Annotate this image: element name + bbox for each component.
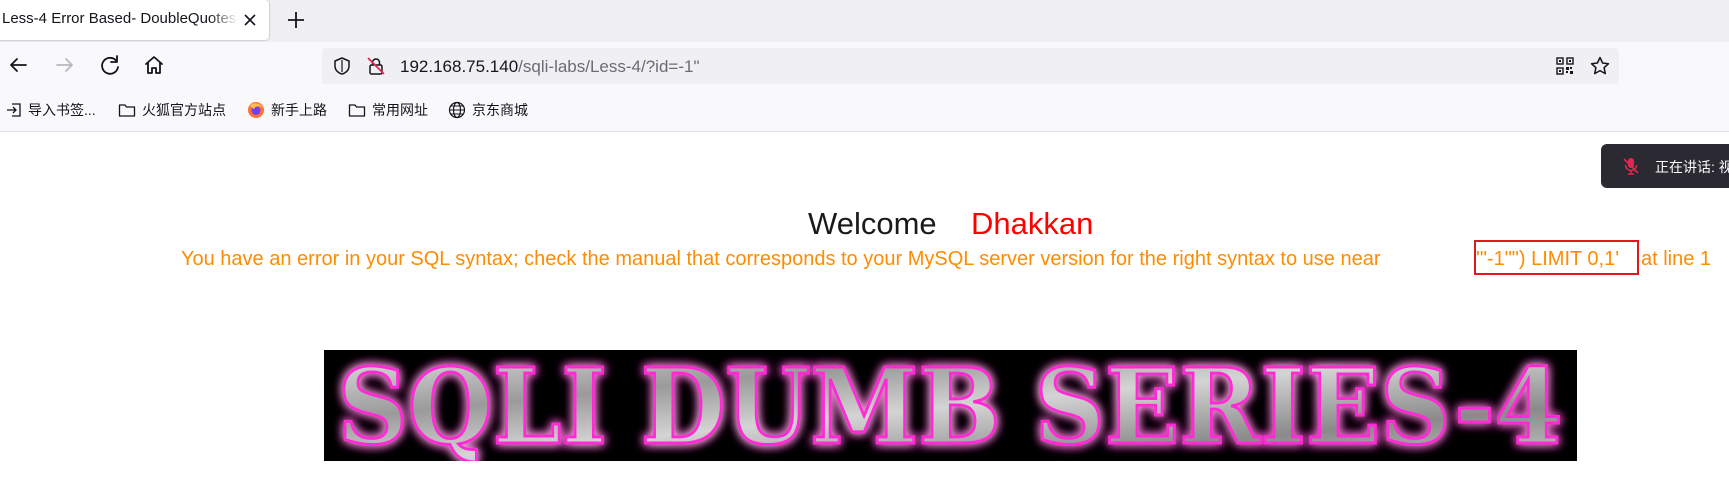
home-icon[interactable]: [140, 51, 168, 79]
bookmark-getting-started[interactable]: 新手上路: [247, 100, 327, 120]
banner-graphic: SQLI DUMB SERIES-4: [336, 350, 1564, 461]
plus-icon[interactable]: [284, 8, 308, 32]
qr-code-icon[interactable]: [1555, 56, 1575, 76]
folder-icon: [348, 104, 366, 117]
navigation-toolbar: 192.168.75.140/sqli-labs/Less-4/?id=-1": [0, 42, 1729, 88]
banner-title: SQLI DUMB SERIES-4: [338, 350, 1563, 461]
url-text[interactable]: 192.168.75.140/sqli-labs/Less-4/?id=-1": [400, 57, 700, 77]
speaking-popup[interactable]: 正在讲话: 视: [1601, 144, 1729, 188]
bookmark-common-sites[interactable]: 常用网址: [348, 100, 428, 120]
tab-strip: Less-4 Error Based- DoubleQuotes String: [0, 0, 1729, 42]
close-icon[interactable]: [240, 10, 260, 30]
bookmark-import[interactable]: 导入书签...: [6, 100, 96, 120]
bookmark-firefox-site[interactable]: 火狐官方站点: [118, 100, 226, 120]
active-tab[interactable]: Less-4 Error Based- DoubleQuotes String: [0, 0, 269, 40]
welcome-text: Welcome: [808, 206, 937, 241]
bookmark-label: 导入书签...: [28, 102, 96, 118]
bookmark-label: 常用网址: [372, 102, 428, 118]
annotation-highlight-box: [1474, 240, 1639, 275]
username-text: Dhakkan: [971, 206, 1094, 241]
page-content: Welcome Dhakkan You have an error in you…: [0, 133, 1729, 484]
speaking-text: 正在讲话: 视: [1655, 159, 1729, 175]
firefox-icon: [248, 102, 264, 118]
address-bar[interactable]: 192.168.75.140/sqli-labs/Less-4/?id=-1": [322, 48, 1619, 84]
bookmark-label: 新手上路: [271, 102, 327, 118]
import-icon: [7, 103, 21, 117]
arrow-right-icon[interactable]: [51, 51, 79, 79]
tab-title: Less-4 Error Based- DoubleQuotes String: [2, 10, 238, 27]
sql-error-suffix: at line 1: [1641, 248, 1712, 270]
folder-icon: [118, 104, 136, 117]
shield-icon[interactable]: [332, 56, 352, 76]
url-path: /sqli-labs/Less-4/?id=-1": [518, 57, 700, 76]
sql-error-prefix: You have an error in your SQL syntax; ch…: [181, 248, 1381, 270]
globe-icon: [448, 101, 466, 119]
bookmark-label: 京东商城: [472, 102, 528, 118]
muted-mic-icon[interactable]: [1621, 156, 1641, 176]
reload-icon[interactable]: [96, 51, 124, 79]
bookmark-label: 火狐官方站点: [142, 102, 226, 118]
bookmarks-toolbar: 导入书签... 火狐官方站点 新手上路 常用网址 京东商城: [0, 88, 1729, 132]
series-banner: SQLI DUMB SERIES-4: [324, 350, 1577, 461]
arrow-left-icon[interactable]: [4, 51, 32, 79]
bookmark-jd[interactable]: 京东商城: [448, 100, 528, 120]
insecure-lock-icon[interactable]: [366, 56, 386, 76]
url-host: 192.168.75.140: [400, 57, 519, 76]
star-icon[interactable]: [1589, 55, 1611, 77]
